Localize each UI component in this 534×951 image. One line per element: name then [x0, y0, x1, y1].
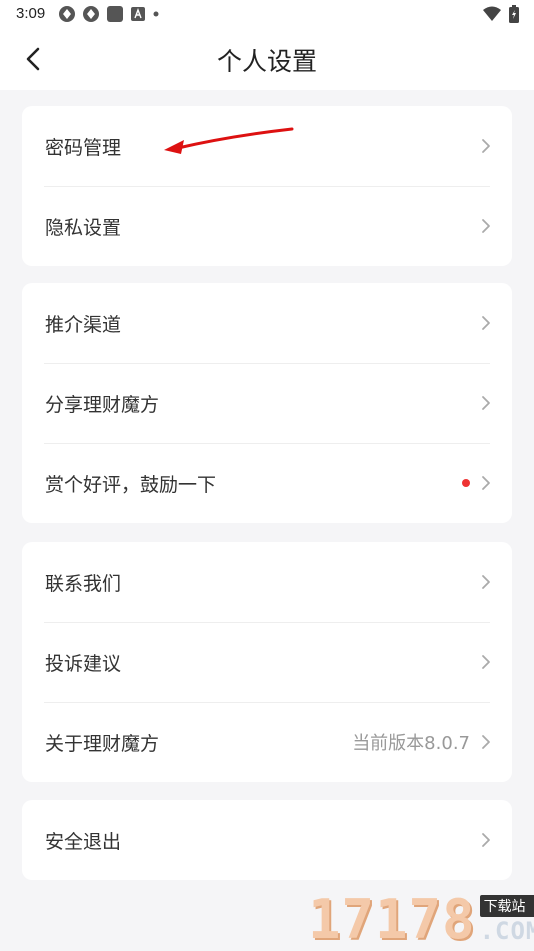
app-icon-a [131, 7, 145, 21]
chevron-right-icon [482, 396, 490, 410]
dot-icon [153, 11, 159, 17]
app-icon-1 [59, 6, 75, 22]
chevron-right-icon [482, 655, 490, 669]
watermark-number: 17178 [308, 888, 476, 951]
row-referral-channel[interactable]: 推介渠道 [22, 283, 512, 363]
watermark-logo: 17178 下载站 .COM [308, 888, 534, 951]
watermark-suffix: .COM [479, 917, 534, 945]
row-label: 分享理财魔方 [45, 393, 160, 416]
row-feedback[interactable]: 投诉建议 [22, 622, 512, 702]
version-text: 当前版本8.0.7 [352, 733, 470, 754]
settings-group-share: 推介渠道 分享理财魔方 赏个好评，鼓励一下 [22, 283, 512, 523]
row-logout[interactable]: 安全退出 [22, 800, 512, 880]
notification-dot [462, 479, 470, 487]
settings-group-logout: 安全退出 [22, 800, 512, 880]
row-share-app[interactable]: 分享理财魔方 [22, 363, 512, 443]
status-time: 3:09 [16, 5, 46, 22]
chevron-right-icon [482, 219, 490, 233]
chevron-right-icon [482, 833, 490, 847]
wifi-icon [483, 6, 501, 21]
status-bar: 3:09 [0, 0, 534, 28]
row-privacy-settings[interactable]: 隐私设置 [22, 186, 512, 266]
battery-icon [509, 5, 519, 23]
watermark-badge: 下载站 [479, 895, 534, 917]
row-label: 关于理财魔方 [45, 732, 160, 755]
row-about-app[interactable]: 关于理财魔方 当前版本8.0.7 [22, 702, 512, 782]
row-rate-app[interactable]: 赏个好评，鼓励一下 [22, 443, 512, 523]
page-title: 个人设置 [216, 47, 317, 76]
chevron-right-icon [482, 476, 490, 490]
chevron-right-icon [482, 139, 490, 153]
row-label: 投诉建议 [45, 652, 122, 675]
status-icons-left [58, 5, 160, 23]
nav-bar: 个人设置 [0, 28, 534, 90]
row-label: 密码管理 [45, 136, 122, 159]
chevron-right-icon [482, 575, 490, 589]
settings-group-about: 联系我们 投诉建议 关于理财魔方 当前版本8.0.7 [22, 542, 512, 782]
annotation-arrow-icon [164, 127, 294, 154]
row-contact-us[interactable]: 联系我们 [22, 542, 512, 622]
row-label: 赏个好评，鼓励一下 [45, 473, 217, 496]
chevron-right-icon [482, 316, 490, 330]
status-icons-right [482, 5, 520, 23]
row-label: 联系我们 [45, 572, 122, 595]
row-label: 安全退出 [45, 830, 122, 853]
row-label: 隐私设置 [45, 216, 122, 239]
row-label: 推介渠道 [45, 313, 122, 336]
chevron-right-icon [482, 735, 490, 749]
app-icon-2 [83, 6, 99, 22]
app-icon-3 [107, 6, 123, 22]
